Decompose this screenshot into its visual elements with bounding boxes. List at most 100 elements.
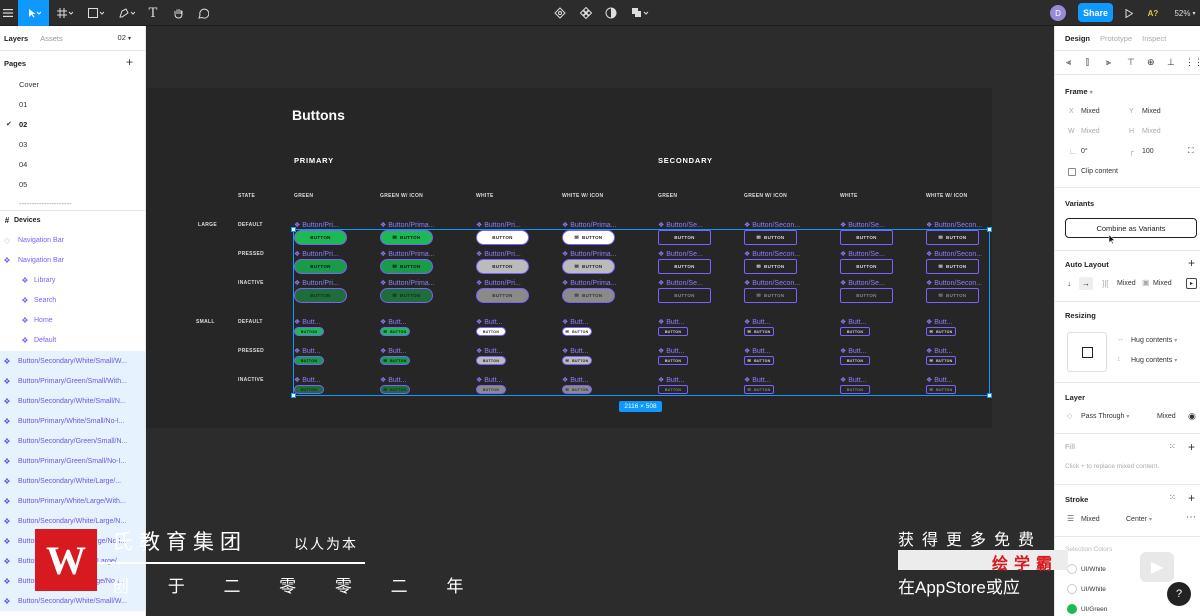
component-name[interactable]: ❖ Butt... <box>380 318 407 326</box>
distribute-icon[interactable]: ⋮⋮ <box>1185 57 1200 68</box>
layer-default[interactable]: ❖ Default <box>0 330 145 350</box>
layer-selected-button[interactable]: ❖ Button/Primary/Green/Small/No-I... <box>0 451 145 471</box>
arrow-right-icon[interactable]: → <box>1079 277 1093 290</box>
component-name[interactable]: ❖ Butt... <box>380 376 407 384</box>
variant-button[interactable]: ✉ BUTTON <box>744 259 797 274</box>
layer-devices[interactable]: # Devices <box>0 210 145 230</box>
spacing-input[interactable]: Mixed <box>1117 280 1136 287</box>
component-name[interactable]: ❖ Button/Secon... <box>744 250 800 258</box>
variant-button[interactable]: ✉ BUTTON <box>926 327 956 336</box>
variant-button[interactable]: BUTTON <box>840 230 893 245</box>
layer-selected-button[interactable]: ❖ Button/Secondary/White/Large/... <box>0 471 145 491</box>
variant-button[interactable]: BUTTON <box>840 327 870 336</box>
component-name[interactable]: ❖ Butt... <box>294 376 321 384</box>
add-stroke-icon[interactable]: + <box>1188 491 1195 505</box>
align-left-icon[interactable]: ⫷ <box>1066 57 1071 68</box>
variant-button[interactable]: ✉ BUTTON <box>926 288 979 303</box>
stroke-styles-icon[interactable]: ⁙ <box>1169 493 1176 502</box>
variant-button[interactable]: BUTTON <box>476 385 506 394</box>
mask-icon[interactable] <box>603 0 619 26</box>
component-name[interactable]: ❖ Button/Prima... <box>562 221 617 229</box>
component-name[interactable]: ❖ Butt... <box>744 347 771 355</box>
align-bottom-icon[interactable]: ⊥ <box>1167 57 1175 68</box>
component-name[interactable]: ❖ Butt... <box>294 347 321 355</box>
pen-tool-icon[interactable] <box>115 0 139 26</box>
page-01[interactable]: 01 <box>19 100 27 109</box>
component-name[interactable]: ❖ Button/Secon... <box>744 279 800 287</box>
comment-tool-icon[interactable] <box>195 0 211 26</box>
variant-button[interactable]: BUTTON <box>840 288 893 303</box>
zoom-level[interactable]: 52% ▾ <box>1171 0 1199 26</box>
independent-corners-icon[interactable]: ⛶ <box>1188 146 1194 156</box>
tab-inspect[interactable]: Inspect <box>1142 34 1166 43</box>
text-tool-icon[interactable]: T <box>145 0 161 26</box>
y-input[interactable]: Mixed <box>1142 108 1161 115</box>
play-icon[interactable]: ▶ <box>1140 552 1174 582</box>
component-name[interactable]: ❖ Button/Secon... <box>926 250 982 258</box>
tab-design[interactable]: Design <box>1065 34 1090 43</box>
variant-button[interactable]: ✉ BUTTON <box>562 230 615 245</box>
component-name[interactable]: ❖ Button/Se... <box>658 279 703 287</box>
padding-input[interactable]: Mixed <box>1153 280 1172 287</box>
component-name[interactable]: ❖ Button/Se... <box>658 250 703 258</box>
arrow-down-icon[interactable]: ↓ <box>1067 279 1071 288</box>
color-name[interactable]: UI/White <box>1081 586 1106 593</box>
variant-button[interactable]: ✉ BUTTON <box>562 356 592 365</box>
page-cover[interactable]: Cover <box>19 80 39 89</box>
variant-button[interactable]: BUTTON <box>840 259 893 274</box>
fill-styles-icon[interactable]: ⁙ <box>1169 442 1176 451</box>
tab-prototype[interactable]: Prototype <box>1100 34 1132 43</box>
variant-button[interactable]: ✉ BUTTON <box>562 288 615 303</box>
stroke-align-select[interactable]: Center ▾ <box>1126 516 1152 523</box>
variant-button[interactable]: ✉ BUTTON <box>926 259 979 274</box>
help-button[interactable]: ? <box>1167 582 1191 606</box>
add-page-icon[interactable]: + <box>126 55 133 69</box>
variant-button[interactable]: BUTTON <box>476 230 529 245</box>
main-menu-icon[interactable] <box>0 0 16 26</box>
alignment-icon[interactable]: ▸ <box>1186 278 1197 289</box>
component-name[interactable]: ❖ Button/Secon... <box>744 221 800 229</box>
variant-button[interactable]: BUTTON <box>840 385 870 394</box>
layer-selected-button[interactable]: ❖ Button/Secondary/White/Small/W... <box>0 351 145 371</box>
variant-button[interactable]: BUTTON <box>476 356 506 365</box>
variant-button[interactable]: BUTTON <box>294 288 347 303</box>
component-name[interactable]: ❖ Butt... <box>476 347 503 355</box>
variant-button[interactable]: ✉ BUTTON <box>380 230 433 245</box>
component-name[interactable]: ❖ Button/Pri... <box>476 279 521 287</box>
layer-selected-button[interactable]: ❖ Button/Primary/White/Large/With... <box>0 491 145 511</box>
variant-button[interactable]: BUTTON <box>658 288 711 303</box>
blend-mode-select[interactable]: Pass Through ▾ <box>1081 413 1129 420</box>
component-name[interactable]: ❖ Button/Secon... <box>926 221 982 229</box>
variant-button[interactable]: BUTTON <box>658 327 688 336</box>
page-divider[interactable]: --------------------- <box>19 199 71 208</box>
component-name[interactable]: ❖ Butt... <box>926 347 953 355</box>
shape-tool-icon[interactable] <box>84 0 108 26</box>
variant-button[interactable]: ✉ BUTTON <box>562 259 615 274</box>
component-name[interactable]: ❖ Butt... <box>926 318 953 326</box>
component-name[interactable]: ❖ Button/Se... <box>840 221 885 229</box>
variant-button[interactable]: ✉ BUTTON <box>380 259 433 274</box>
align-center-v-icon[interactable]: ⊕ <box>1147 57 1155 68</box>
page-04[interactable]: 04 <box>19 160 27 169</box>
component-name[interactable]: ❖ Butt... <box>658 318 685 326</box>
variant-button[interactable]: ✉ BUTTON <box>744 385 774 394</box>
color-swatch-white[interactable] <box>1067 584 1077 594</box>
variant-button[interactable]: BUTTON <box>294 230 347 245</box>
component-name[interactable]: ❖ Button/Se... <box>658 221 703 229</box>
component-name[interactable]: ❖ Butt... <box>840 347 867 355</box>
layer-navigation-bar-1[interactable]: ◇ Navigation Bar <box>0 230 145 250</box>
component-name[interactable]: ❖ Button/Se... <box>840 250 885 258</box>
page-05[interactable]: 05 <box>19 180 27 189</box>
component-name[interactable]: ❖ Button/Pri... <box>476 221 521 229</box>
component-name[interactable]: ❖ Butt... <box>476 318 503 326</box>
component-name[interactable]: ❖ Butt... <box>562 347 589 355</box>
variant-button[interactable]: ✉ BUTTON <box>380 385 410 394</box>
stroke-value[interactable]: Mixed <box>1081 516 1100 523</box>
tab-assets[interactable]: Assets <box>40 34 63 43</box>
component-name[interactable]: ❖ Button/Se... <box>840 279 885 287</box>
color-swatch-white[interactable] <box>1067 564 1077 574</box>
variant-button[interactable]: ✉ BUTTON <box>562 327 592 336</box>
opacity-input[interactable]: Mixed <box>1157 413 1176 420</box>
present-icon[interactable] <box>1122 0 1136 26</box>
move-tool-icon[interactable] <box>18 0 49 26</box>
